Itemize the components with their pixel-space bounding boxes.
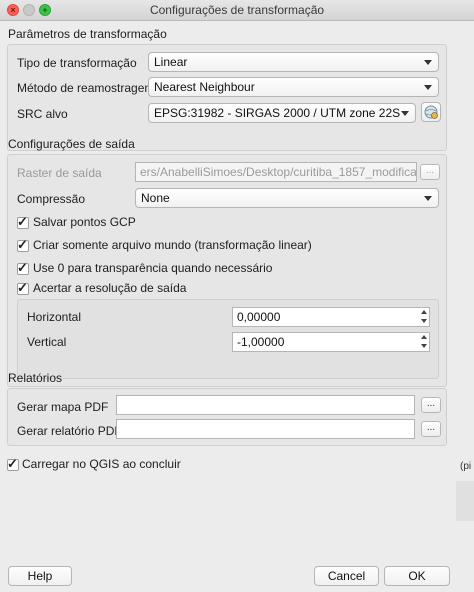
stepper-up-icon [421, 310, 427, 314]
transformation-type-label: Tipo de transformação [17, 56, 137, 70]
transformation-type-value: Linear [154, 55, 188, 69]
target-crs-label: SRC alvo [17, 107, 68, 121]
checkmark-icon: ✓ [7, 456, 18, 471]
output-raster-label: Raster de saída [17, 166, 102, 180]
vertical-resolution-field[interactable]: -1,00000 [232, 332, 430, 352]
stepper-up-icon [421, 335, 427, 339]
output-raster-browse-button[interactable]: ... [420, 164, 440, 180]
world-file-only-label: Criar somente arquivo mundo (transformaç… [33, 238, 312, 252]
chevron-down-icon [424, 196, 432, 201]
pdf-map-field[interactable] [116, 395, 415, 415]
target-crs-select[interactable]: EPSG:31982 - SIRGAS 2000 / UTM zone 22S [148, 103, 416, 123]
checkmark-icon: ✓ [17, 237, 28, 252]
load-in-qgis-checkbox[interactable]: ✓ [7, 456, 19, 471]
background-window-text: (pi [460, 461, 472, 472]
stepper-down-icon [421, 344, 427, 348]
output-raster-field[interactable]: ers/AnabelliSimoes/Desktop/curitiba_1857… [135, 162, 417, 182]
close-icon: × [10, 5, 16, 15]
target-crs-value: EPSG:31982 - SIRGAS 2000 / UTM zone 22S [154, 106, 401, 120]
horizontal-stepper[interactable] [420, 308, 430, 326]
pdf-report-label: Gerar relatório PDF [17, 424, 122, 438]
save-gcp-checkbox[interactable]: ✓ [17, 214, 29, 229]
window-title: Configurações de transformação [149, 3, 325, 17]
set-resolution-checkbox[interactable]: ✓ [17, 280, 29, 295]
horizontal-label: Horizontal [27, 310, 82, 324]
background-window-edge [456, 481, 474, 521]
compression-label: Compressão [17, 192, 86, 206]
vertical-stepper[interactable] [420, 333, 430, 351]
minimize-window-button[interactable] [23, 4, 35, 16]
pdf-map-browse-button[interactable]: ... [421, 397, 441, 413]
checkmark-icon: ✓ [17, 214, 28, 229]
crs-globe-icon [424, 105, 438, 119]
select-crs-button[interactable] [421, 102, 441, 122]
resampling-method-select[interactable]: Nearest Neighbour [148, 77, 439, 97]
expand-icon: + [42, 5, 48, 15]
compression-select[interactable]: None [135, 188, 439, 208]
horizontal-resolution-field[interactable]: 0,00000 [232, 307, 430, 327]
title-bar: × + Configurações de transformação [0, 0, 474, 21]
load-in-qgis-label: Carregar no QGIS ao concluir [22, 457, 181, 471]
cancel-button[interactable]: Cancel [314, 566, 379, 586]
reports-title: Relatórios [8, 371, 63, 385]
output-settings-title: Configurações de saída [8, 137, 135, 151]
pdf-map-label: Gerar mapa PDF [17, 400, 109, 414]
ok-button[interactable]: OK [384, 566, 450, 586]
stepper-down-icon [421, 319, 427, 323]
pdf-report-browse-button[interactable]: ... [421, 421, 441, 437]
set-resolution-label: Acertar a resolução de saída [33, 281, 187, 295]
checkmark-icon: ✓ [17, 260, 28, 275]
transformation-type-select[interactable]: Linear [148, 52, 439, 72]
checkmark-icon: ✓ [17, 280, 28, 295]
pdf-report-field[interactable] [116, 419, 415, 439]
compression-value: None [141, 191, 170, 205]
resampling-method-value: Nearest Neighbour [154, 80, 255, 94]
resampling-method-label: Método de reamostragem [17, 81, 155, 95]
transparency-checkbox[interactable]: ✓ [17, 260, 29, 275]
chevron-down-icon [424, 85, 432, 90]
world-file-only-checkbox[interactable]: ✓ [17, 237, 29, 252]
transform-params-title: Parâmetros de transformação [8, 27, 167, 41]
close-window-button[interactable]: × [7, 4, 19, 16]
save-gcp-label: Salvar pontos GCP [33, 215, 136, 229]
vertical-label: Vertical [27, 335, 67, 349]
transformation-settings-dialog: Parâmetros de transformação Tipo de tran… [0, 21, 474, 592]
help-button[interactable]: Help [8, 566, 72, 586]
transparency-label: Use 0 para transparência quando necessár… [33, 261, 273, 275]
chevron-down-icon [424, 60, 432, 65]
chevron-down-icon [401, 111, 409, 116]
maximize-window-button[interactable]: + [39, 4, 51, 16]
